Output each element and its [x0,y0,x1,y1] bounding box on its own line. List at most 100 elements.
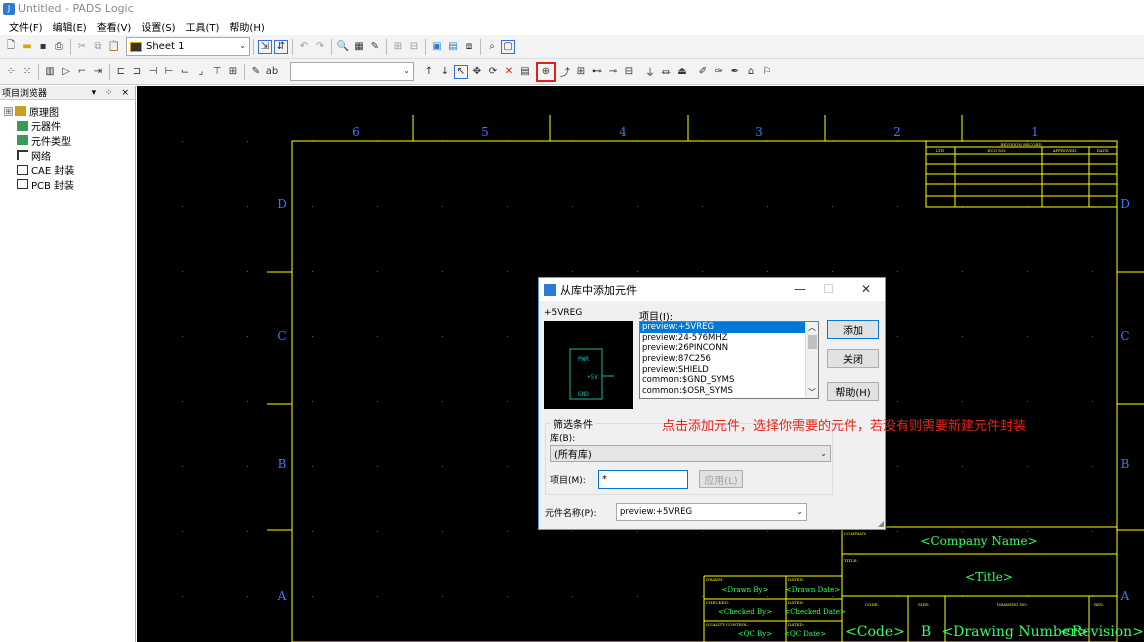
find-icon[interactable]: 🔍 [336,40,350,54]
list-item[interactable]: preview:+5VREG [640,322,818,333]
menu-view[interactable]: 查看(V) [92,19,137,34]
layout-icon[interactable]: ▤ [446,40,460,54]
select-arrow-icon[interactable]: ↖ [454,64,468,79]
offpage-icon[interactable]: ⌙ [178,65,192,79]
items-list[interactable]: preview:+5VREG preview:24-576MHZ preview… [639,321,819,399]
add-connection-icon[interactable]: ⤴ [558,65,572,79]
move-up-icon[interactable]: ↑ [422,65,436,79]
undo-icon[interactable]: ↶ [297,40,311,54]
list-item[interactable]: preview:26PINCONN [640,343,818,354]
tree-item-cae-decals[interactable]: CAE 封装 [0,162,135,177]
sheet-select[interactable]: Sheet 1 ⌄ [126,37,250,56]
resize-grip-icon[interactable]: ◢ [878,519,884,528]
connector-icon[interactable]: ⇥ [91,65,105,79]
link-icon[interactable]: ⧈ [462,40,476,54]
select-filter-icon[interactable]: ⇵ [274,39,288,54]
delete-icon[interactable]: ✕ [502,65,516,79]
add-part-icon[interactable]: ⊕ [536,61,556,82]
rotate-icon[interactable]: ⟳ [486,65,500,79]
scroll-up-icon[interactable]: ︿ [806,322,818,333]
minimize-icon[interactable]: — [794,282,806,296]
hierarchy-icon[interactable]: ⌂ [744,65,758,79]
add-bus-icon[interactable]: ⊞ [574,65,588,79]
chip-icon[interactable]: ▥ [43,65,57,79]
window-icon[interactable]: ▢ [501,39,515,54]
part-name-select[interactable]: preview:+5VREG ⌄ [616,503,807,521]
add-field-icon[interactable]: ⊸ [606,65,620,79]
grid-dot [1092,336,1093,337]
menu-setup[interactable]: 设置(S) [136,19,180,34]
add-offpage-icon[interactable]: ⏏ [675,65,689,79]
draw-icon[interactable]: ✎ [249,65,263,79]
print-icon[interactable]: ⎙ [52,40,66,54]
menu-help[interactable]: 帮助(H) [224,19,269,34]
tee-icon[interactable]: ⊤ [210,65,224,79]
maximize-icon[interactable]: ☐ [823,282,834,296]
bus-icon[interactable]: ⊏ [114,65,128,79]
split-icon[interactable]: ⚐ [760,65,774,79]
move-icon[interactable]: ✥ [470,65,484,79]
gate-icon[interactable]: ▷ [59,65,73,79]
close-button[interactable]: 关闭 [827,349,879,368]
select-mode-icon[interactable]: ⇲ [258,39,272,54]
report-icon[interactable]: ⊞ [391,40,405,54]
save-icon[interactable]: ▪ [36,40,50,54]
properties-icon[interactable]: ▤ [518,65,532,79]
wire-icon[interactable]: ⊐ [130,65,144,79]
redo-icon[interactable]: ↷ [313,40,327,54]
tree-item-part-types[interactable]: 元件类型 [0,133,135,148]
add-text-icon[interactable]: ✐ [696,65,710,79]
grid-icon[interactable]: ⁘ [4,65,18,79]
library-select[interactable]: (所有库) ⌄ [550,445,831,462]
add-power-icon[interactable]: ⏚ [643,65,657,79]
add-2d-line-icon[interactable]: ✑ [712,65,726,79]
ground-icon[interactable]: ⊢ [162,65,176,79]
tree-item-pcb-decals[interactable]: PCB 封装 [0,177,135,192]
netlist-icon[interactable]: ⊟ [407,40,421,54]
new-file-icon[interactable]: 🗋 [4,40,18,54]
tree-item-nets[interactable]: 网络 [0,148,135,163]
list-item[interactable]: preview:87C256 [640,354,818,365]
menu-tools[interactable]: 工具(T) [181,19,225,34]
menu-file[interactable]: 文件(F) [4,19,48,34]
text-icon[interactable]: ab [265,65,279,79]
add-net-label-icon[interactable]: ⊟ [622,65,636,79]
modify-icon[interactable]: ✎ [368,40,382,54]
move-down-icon[interactable]: ↓ [438,65,452,79]
grid-dot [507,401,508,402]
tree-item-schematic[interactable]: ⊞ 原理图 [0,104,135,119]
scroll-thumb[interactable] [807,335,817,349]
junction-icon[interactable]: ⌟ [194,65,208,79]
item-filter-input[interactable]: * [598,470,688,489]
cut-icon[interactable]: ✂ [75,40,89,54]
list-item[interactable]: preview:SHIELD [640,365,818,376]
panel-controls[interactable]: ▾ ⁘ × [92,88,132,98]
pcb-icon[interactable]: ▣ [430,40,444,54]
help-button[interactable]: 帮助(H) [827,382,879,401]
label-icon[interactable]: ⊞ [226,65,240,79]
close-icon[interactable]: ✕ [861,282,871,296]
add-ground-icon[interactable]: ⏛ [659,65,673,79]
list-scrollbar[interactable]: ︿ ﹀ [805,322,818,398]
pin-label-gnd: GND [578,391,589,398]
add-sheet-icon[interactable]: ✒ [728,65,742,79]
menu-edit[interactable]: 编辑(E) [48,19,92,34]
mode-select[interactable]: ⌄ [290,62,414,81]
snap-icon[interactable]: ⁙ [20,65,34,79]
tree-item-components[interactable]: 元器件 [0,119,135,133]
list-item[interactable]: common:$GND_SYMS [640,375,818,386]
pin-icon[interactable]: ⌐ [75,65,89,79]
paste-icon[interactable]: 📋 [107,40,121,54]
copy-icon[interactable]: ⧉ [91,40,105,54]
add-button[interactable]: 添加 [827,320,879,339]
list-item[interactable]: preview:24-576MHZ [640,333,818,344]
list-item[interactable]: common:$OSR_SYMS [640,386,818,397]
power-icon[interactable]: ⊣ [146,65,160,79]
library-icon[interactable]: ▦ [352,40,366,54]
zoom-icon[interactable]: ⌕ [485,40,499,54]
open-folder-icon[interactable]: ▬ [20,40,34,54]
apply-button[interactable]: 应用(L) [699,470,743,488]
expand-icon[interactable]: ⊞ [4,106,13,116]
scroll-down-icon[interactable]: ﹀ [806,387,818,398]
add-wire-icon[interactable]: ⊷ [590,65,604,79]
